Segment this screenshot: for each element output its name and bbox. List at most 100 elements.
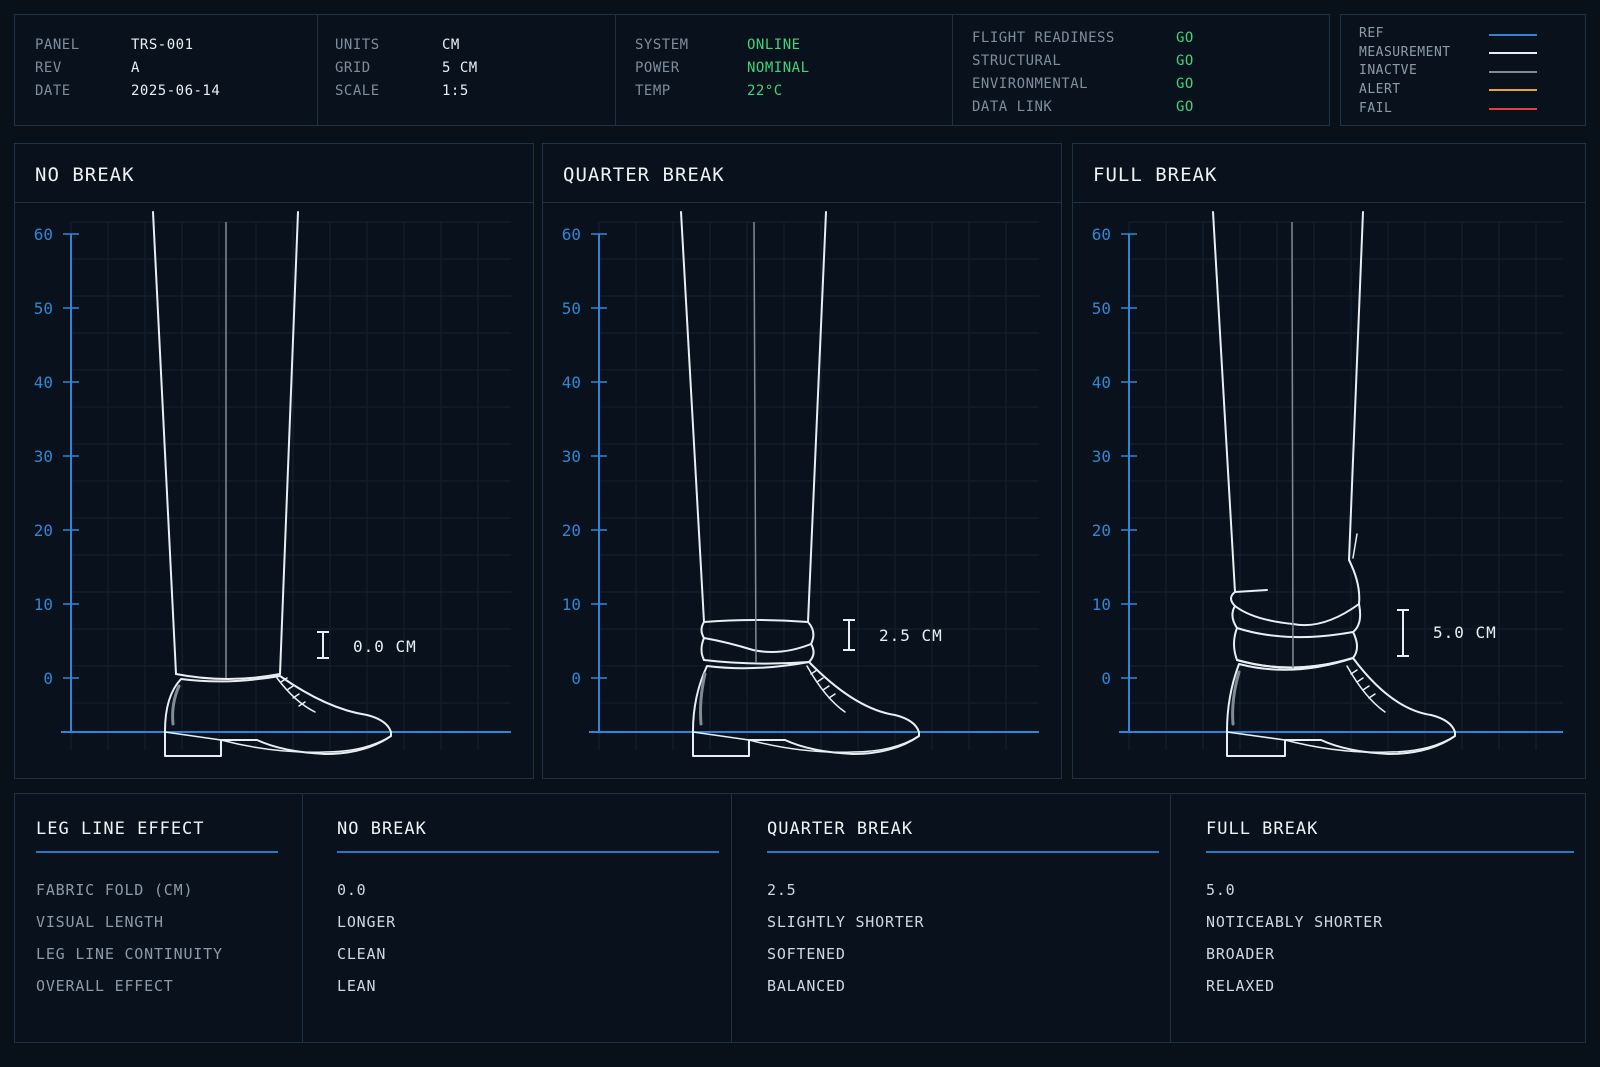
- panel-title: QUARTER BREAK: [563, 164, 725, 186]
- header-col-readiness: FLIGHT READINESS GO STRUCTURAL GO ENVIRO…: [953, 15, 1331, 125]
- table-cell: LONGER: [337, 913, 396, 931]
- structural-value: GO: [1176, 53, 1194, 69]
- y-tick-label: 40: [34, 373, 53, 392]
- panel-value: TRS-001: [131, 37, 194, 53]
- trouser-fold: [1230, 559, 1361, 627]
- legend: REF MEASUREMENT INACTVE ALERT FAIL: [1340, 14, 1586, 126]
- measurement-marker: [317, 631, 329, 659]
- trouser-diagram-no-break: 60 50 40 30 20 10 0 0.0 CM: [34, 211, 511, 757]
- legend-alert-label: ALERT: [1359, 82, 1401, 97]
- row-label-overall-effect: OVERALL EFFECT: [36, 977, 174, 995]
- measurement-marker: [843, 619, 855, 651]
- measurement-marker: [1397, 609, 1409, 657]
- panel-no-break: NO BREAK 60 50 40 30 20 10 0 0.0 CM: [14, 143, 534, 779]
- legend-inactive-swatch: [1489, 71, 1537, 73]
- y-tick-label: 30: [1092, 447, 1111, 466]
- panel-title: FULL BREAK: [1093, 164, 1218, 186]
- y-tick-label: 50: [1092, 299, 1111, 318]
- y-tick-label: 10: [34, 595, 53, 614]
- y-axis: 60 50 40 30 20 10 0: [562, 225, 1039, 733]
- rev-value: A: [131, 60, 140, 76]
- panel-divider: [543, 202, 1061, 203]
- y-tick-label: 30: [34, 447, 53, 466]
- system-value: ONLINE: [747, 37, 801, 53]
- data-link-value: GO: [1176, 99, 1194, 115]
- units-label: UNITS: [335, 37, 380, 53]
- legend-measurement-label: MEASUREMENT: [1359, 45, 1451, 60]
- row-label-fabric-fold: FABRIC FOLD (CM): [36, 881, 194, 899]
- system-label: SYSTEM: [635, 37, 689, 53]
- legend-inactive-label: INACTVE: [1359, 63, 1418, 78]
- table-cell: BALANCED: [767, 977, 846, 995]
- y-tick-label: 0: [1101, 669, 1111, 688]
- structural-label: STRUCTURAL: [972, 53, 1062, 69]
- y-tick-label: 30: [562, 447, 581, 466]
- y-tick-label: 20: [562, 521, 581, 540]
- shoe: [692, 661, 920, 757]
- column-header-quarter-break: QUARTER BREAK: [767, 819, 914, 839]
- table-divider: [731, 794, 732, 1042]
- y-tick-label: 10: [562, 595, 581, 614]
- panel-title: NO BREAK: [35, 164, 135, 186]
- y-tick-label: 50: [562, 299, 581, 318]
- header-col-units: UNITS CM GRID 5 CM SCALE 1:5: [318, 15, 616, 125]
- legend-fail-swatch: [1489, 108, 1537, 110]
- column-header-underline: [337, 851, 719, 853]
- legend-ref-swatch: [1489, 34, 1537, 36]
- table-cell: NOTICEABLY SHORTER: [1206, 913, 1383, 931]
- panel-label: PANEL: [35, 37, 80, 53]
- y-axis: 60 50 40 30 20 10 0: [1092, 225, 1563, 733]
- table-cell: 5.0: [1206, 881, 1236, 899]
- y-axis: 60 50 40 30 20 10 0: [34, 225, 511, 733]
- y-tick-label: 60: [1092, 225, 1111, 244]
- table-cell: SOFTENED: [767, 945, 846, 963]
- table-cell: RELAXED: [1206, 977, 1275, 995]
- column-header-no-break: NO BREAK: [337, 819, 427, 839]
- environmental-value: GO: [1176, 76, 1194, 92]
- shoe: [1226, 657, 1456, 757]
- rev-label: REV: [35, 60, 62, 76]
- trouser-diagram-quarter-break: 60 50 40 30 20 10 0 2.5 CM: [562, 211, 1039, 757]
- legend-fail-label: FAIL: [1359, 101, 1393, 116]
- header-strip: PANEL TRS-001 REV A DATE 2025-06-14 UNIT…: [14, 14, 1330, 126]
- measurement-label: 5.0 CM: [1433, 623, 1497, 642]
- units-value: CM: [442, 37, 460, 53]
- table-cell: CLEAN: [337, 945, 387, 963]
- y-tick-label: 0: [571, 669, 581, 688]
- y-tick-label: 40: [1092, 373, 1111, 392]
- power-label: POWER: [635, 60, 680, 76]
- row-label-visual-length: VISUAL LENGTH: [36, 913, 164, 931]
- column-header-underline: [1206, 851, 1574, 853]
- table-divider: [302, 794, 303, 1042]
- crease-line: [753, 221, 757, 663]
- trouser-fold: [700, 619, 815, 653]
- table-cell: BROADER: [1206, 945, 1275, 963]
- table-title-underline: [36, 851, 278, 853]
- measurement-label: 2.5 CM: [879, 626, 943, 645]
- table-cell: 2.5: [767, 881, 797, 899]
- table-title: LEG LINE EFFECT: [36, 819, 205, 839]
- grid: [1128, 221, 1563, 750]
- y-tick-label: 20: [34, 521, 53, 540]
- column-header-full-break: FULL BREAK: [1206, 819, 1319, 839]
- y-tick-label: 40: [562, 373, 581, 392]
- date-value: 2025-06-14: [131, 83, 221, 99]
- table-divider: [1170, 794, 1171, 1042]
- measurement-label: 0.0 CM: [353, 637, 417, 656]
- column-header-underline: [767, 851, 1159, 853]
- environmental-label: ENVIRONMENTAL: [972, 76, 1089, 92]
- flight-readiness-value: GO: [1176, 30, 1194, 46]
- temp-label: TEMP: [635, 83, 671, 99]
- grid: [70, 221, 511, 750]
- y-tick-label: 50: [34, 299, 53, 318]
- shoe: [164, 675, 392, 757]
- table-cell: LEAN: [337, 977, 377, 995]
- legend-ref-label: REF: [1359, 26, 1384, 41]
- panel-quarter-break: QUARTER BREAK 60 50 40 30 20 10 0 2.5 CM: [542, 143, 1062, 779]
- grid-label: GRID: [335, 60, 371, 76]
- date-label: DATE: [35, 83, 71, 99]
- y-tick-label: 0: [43, 669, 53, 688]
- panel-full-break: FULL BREAK 60 50 40 30 20 10 0 5.0 CM: [1072, 143, 1586, 779]
- trouser-leg-outline: [1212, 211, 1364, 593]
- y-tick-label: 20: [1092, 521, 1111, 540]
